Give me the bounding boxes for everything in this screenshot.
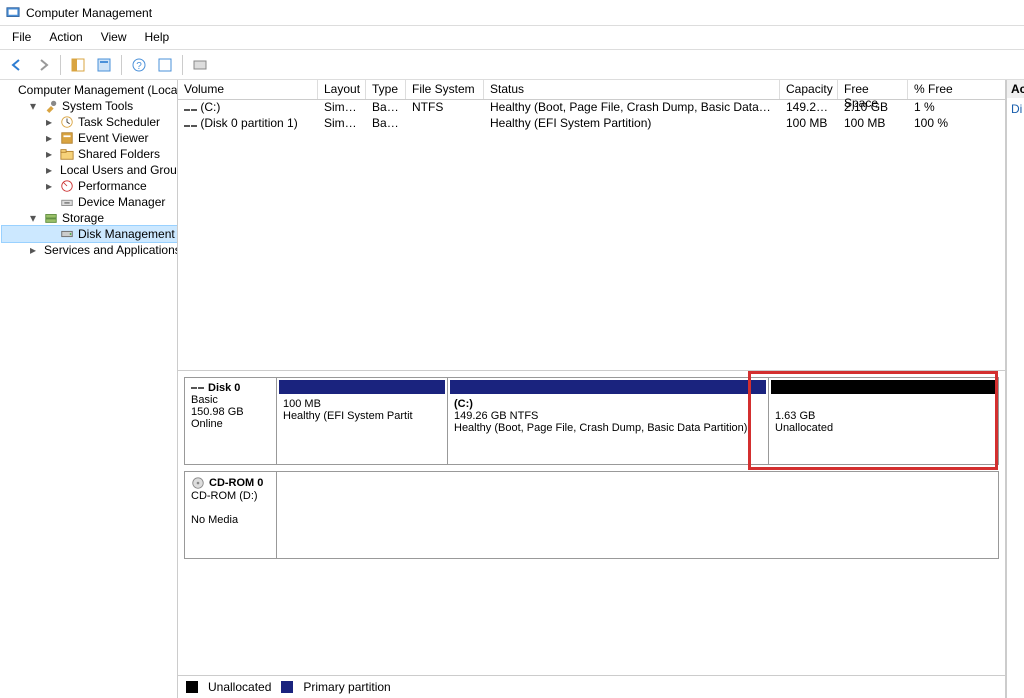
tools-icon — [44, 99, 58, 113]
drive-icon — [184, 125, 197, 127]
legend-unallocated-swatch — [186, 681, 198, 693]
device-icon — [60, 195, 74, 209]
actions-header: Ac — [1007, 80, 1024, 98]
forward-button[interactable] — [32, 54, 54, 76]
col-capacity[interactable]: Capacity — [780, 80, 838, 99]
toolbar-separator — [121, 55, 122, 75]
refresh-button[interactable] — [154, 54, 176, 76]
title-bar: Computer Management — [0, 0, 1024, 26]
disk-icon — [191, 387, 204, 389]
menu-action[interactable]: Action — [41, 28, 90, 47]
expand-icon[interactable]: ▸ — [46, 115, 56, 129]
performance-icon — [60, 179, 74, 193]
menu-help[interactable]: Help — [137, 28, 178, 47]
partition-c[interactable]: (C:) 149.26 GB NTFS Healthy (Boot, Page … — [447, 378, 768, 464]
tree-device-manager[interactable]: Device Manager — [2, 194, 177, 210]
volume-row[interactable]: (Disk 0 partition 1) Simple Basic Health… — [178, 116, 1005, 132]
app-icon — [6, 6, 20, 20]
disk-graphical-view: Disk 0 Basic 150.98 GB Online 100 MB Hea… — [178, 370, 1005, 675]
expand-icon[interactable]: ▸ — [46, 147, 56, 161]
cdrom-icon — [191, 476, 205, 490]
col-pct-free[interactable]: % Free — [908, 80, 1005, 99]
tree-storage[interactable]: ▾ Storage — [2, 210, 177, 226]
legend-unallocated-label: Unallocated — [208, 680, 271, 694]
col-volume[interactable]: Volume — [178, 80, 318, 99]
expand-icon[interactable]: ▸ — [30, 243, 36, 257]
window-title: Computer Management — [26, 6, 152, 20]
shared-folder-icon — [60, 147, 74, 161]
col-layout[interactable]: Layout — [318, 80, 366, 99]
partition-efi[interactable]: 100 MB Healthy (EFI System Partit — [277, 378, 447, 464]
annotation-highlight — [748, 371, 998, 470]
primary-bar — [279, 380, 445, 394]
expand-icon[interactable]: ▸ — [46, 163, 52, 177]
col-type[interactable]: Type — [366, 80, 406, 99]
collapse-icon[interactable]: ▾ — [30, 211, 40, 225]
menu-file[interactable]: File — [4, 28, 39, 47]
center-pane: Volume Layout Type File System Status Ca… — [178, 80, 1006, 698]
drive-icon — [184, 109, 197, 111]
volume-row[interactable]: (C:) Simple Basic NTFS Healthy (Boot, Pa… — [178, 100, 1005, 116]
disk-label: CD-ROM 0 CD-ROM (D:) No Media — [185, 472, 277, 558]
back-button[interactable] — [6, 54, 28, 76]
tree-task-scheduler[interactable]: ▸ Task Scheduler — [2, 114, 177, 130]
legend: Unallocated Primary partition — [178, 675, 1005, 698]
col-filesystem[interactable]: File System — [406, 80, 484, 99]
event-icon — [60, 131, 74, 145]
clock-icon — [60, 115, 74, 129]
expand-icon[interactable]: ▸ — [46, 131, 56, 145]
toolbar-separator — [182, 55, 183, 75]
disk-partitions-empty — [277, 472, 998, 558]
col-status[interactable]: Status — [484, 80, 780, 99]
show-hide-tree-button[interactable] — [67, 54, 89, 76]
tree-services[interactable]: ▸ Services and Applications — [2, 242, 177, 258]
toolbar-separator — [60, 55, 61, 75]
settings-button[interactable] — [189, 54, 211, 76]
help-button[interactable]: ? — [128, 54, 150, 76]
tree-disk-management[interactable]: Disk Management — [2, 226, 177, 242]
collapse-icon[interactable]: ▾ — [30, 99, 40, 113]
tree-root-label: Computer Management (Local — [18, 83, 178, 97]
tree-root[interactable]: Computer Management (Local — [2, 82, 177, 98]
volume-list: (C:) Simple Basic NTFS Healthy (Boot, Pa… — [178, 100, 1005, 370]
actions-pane: Ac Di — [1006, 80, 1024, 698]
actions-item[interactable]: Di — [1007, 98, 1024, 120]
legend-primary-label: Primary partition — [303, 680, 390, 694]
col-free-space[interactable]: Free Space — [838, 80, 908, 99]
disk-row[interactable]: CD-ROM 0 CD-ROM (D:) No Media — [184, 471, 999, 559]
tree-performance[interactable]: ▸ Performance — [2, 178, 177, 194]
main-area: Computer Management (Local ▾ System Tool… — [0, 80, 1024, 698]
primary-bar — [450, 380, 766, 394]
volume-list-header: Volume Layout Type File System Status Ca… — [178, 80, 1005, 100]
properties-button[interactable] — [93, 54, 115, 76]
menu-view[interactable]: View — [93, 28, 135, 47]
storage-icon — [44, 211, 58, 225]
tree-event-viewer[interactable]: ▸ Event Viewer — [2, 130, 177, 146]
tree-shared-folders[interactable]: ▸ Shared Folders — [2, 146, 177, 162]
tree-system-tools[interactable]: ▾ System Tools — [2, 98, 177, 114]
tree-local-users[interactable]: ▸ Local Users and Groups — [2, 162, 177, 178]
legend-primary-swatch — [281, 681, 293, 693]
svg-text:?: ? — [136, 61, 142, 72]
expand-icon[interactable]: ▸ — [46, 179, 56, 193]
disk-label: Disk 0 Basic 150.98 GB Online — [185, 378, 277, 464]
disk-icon — [60, 227, 74, 241]
toolbar: ? — [0, 50, 1024, 80]
tree-pane: Computer Management (Local ▾ System Tool… — [0, 80, 178, 698]
menu-bar: File Action View Help — [0, 26, 1024, 50]
